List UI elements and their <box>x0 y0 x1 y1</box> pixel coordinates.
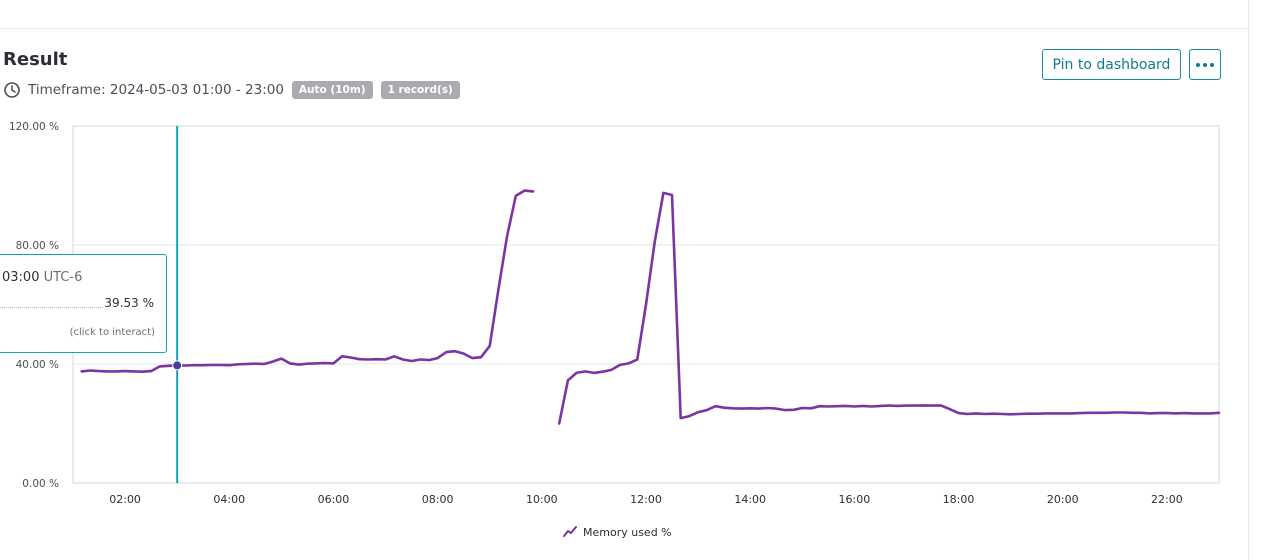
x-tick-label: 14:00 <box>734 493 766 506</box>
memory-line-chart[interactable]: 0.00 % 40.00 % 80.00 % 120.00 % 02:00 04:00 06… <box>0 110 1248 520</box>
clock-icon <box>4 82 20 98</box>
x-tick-label: 10:00 <box>526 493 558 506</box>
y-tick-label: 120.00 % <box>9 121 59 133</box>
x-tick-label: 02:00 <box>109 493 141 506</box>
header-strip <box>0 0 1248 29</box>
record-count-badge: 1 record(s) <box>380 81 460 99</box>
y-tick-label: 40.00 % <box>16 359 59 371</box>
x-tick-label: 22:00 <box>1151 493 1183 506</box>
more-horizontal-icon <box>1203 62 1207 67</box>
tooltip-time: 03:00 UTC-6 <box>2 270 82 285</box>
x-tick-label: 04:00 <box>213 493 245 506</box>
timeframe-label: Timeframe: 2024-05-03 01:00 - 23:00 <box>28 82 284 98</box>
panel-divider <box>1248 0 1249 560</box>
x-tick-label: 08:00 <box>422 493 454 506</box>
x-tick-label: 16:00 <box>839 493 871 506</box>
resolution-badge: Auto (10m) <box>291 81 373 99</box>
chart-legend[interactable]: Memory used % <box>563 524 672 540</box>
x-tick-label: 20:00 <box>1047 493 1079 506</box>
more-horizontal-icon <box>1210 62 1214 67</box>
y-tick-label: 0.00 % <box>22 478 59 490</box>
x-tick-label: 18:00 <box>943 493 975 506</box>
chart-tooltip[interactable]: 03:00 UTC-6 39.53 % (click to interact) <box>0 254 167 353</box>
more-options-button[interactable] <box>1189 49 1221 80</box>
more-horizontal-icon <box>1196 62 1200 67</box>
series-line <box>80 189 1221 425</box>
x-tick-label: 06:00 <box>318 493 350 506</box>
tooltip-hint: (click to interact) <box>69 327 155 338</box>
x-tick-label: 12:00 <box>630 493 662 506</box>
tooltip-value: 39.53 % <box>104 296 154 310</box>
tooltip-leader <box>0 307 103 308</box>
y-tick-label: 80.00 % <box>16 240 59 252</box>
hover-point <box>172 360 183 371</box>
legend-label: Memory used % <box>583 525 672 539</box>
pin-to-dashboard-button[interactable]: Pin to dashboard <box>1042 49 1181 80</box>
timeframe-row: Timeframe: 2024-05-03 01:00 - 23:00 Auto… <box>3 80 460 100</box>
line-series-icon <box>563 526 577 537</box>
page-title: Result <box>3 49 68 70</box>
tooltip-timezone: UTC-6 <box>43 270 83 285</box>
tooltip-time-value: 03:00 <box>2 270 40 285</box>
